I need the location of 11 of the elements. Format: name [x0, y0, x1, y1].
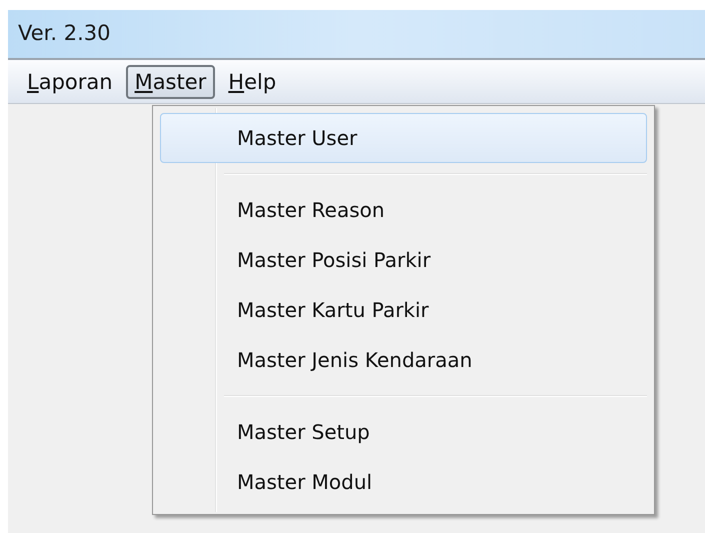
menu-item[interactable]: Master Jenis Kendaraan — [160, 335, 647, 385]
title-bar: Ver. 2.30 — [8, 10, 705, 60]
menu-item[interactable]: Master Kartu Parkir — [160, 285, 647, 335]
menu-item[interactable]: Master Setup — [160, 407, 647, 457]
menu-title[interactable]: Master — [126, 64, 216, 98]
menu-title[interactable]: Laporan — [18, 64, 122, 98]
menu-title[interactable]: Help — [219, 64, 286, 98]
menu-item[interactable]: Master Posisi Parkir — [160, 235, 647, 285]
menu-item[interactable]: Master Modul — [160, 457, 647, 507]
menu-item[interactable]: Master User — [160, 113, 647, 163]
menu-item[interactable]: Master Reason — [160, 185, 647, 235]
